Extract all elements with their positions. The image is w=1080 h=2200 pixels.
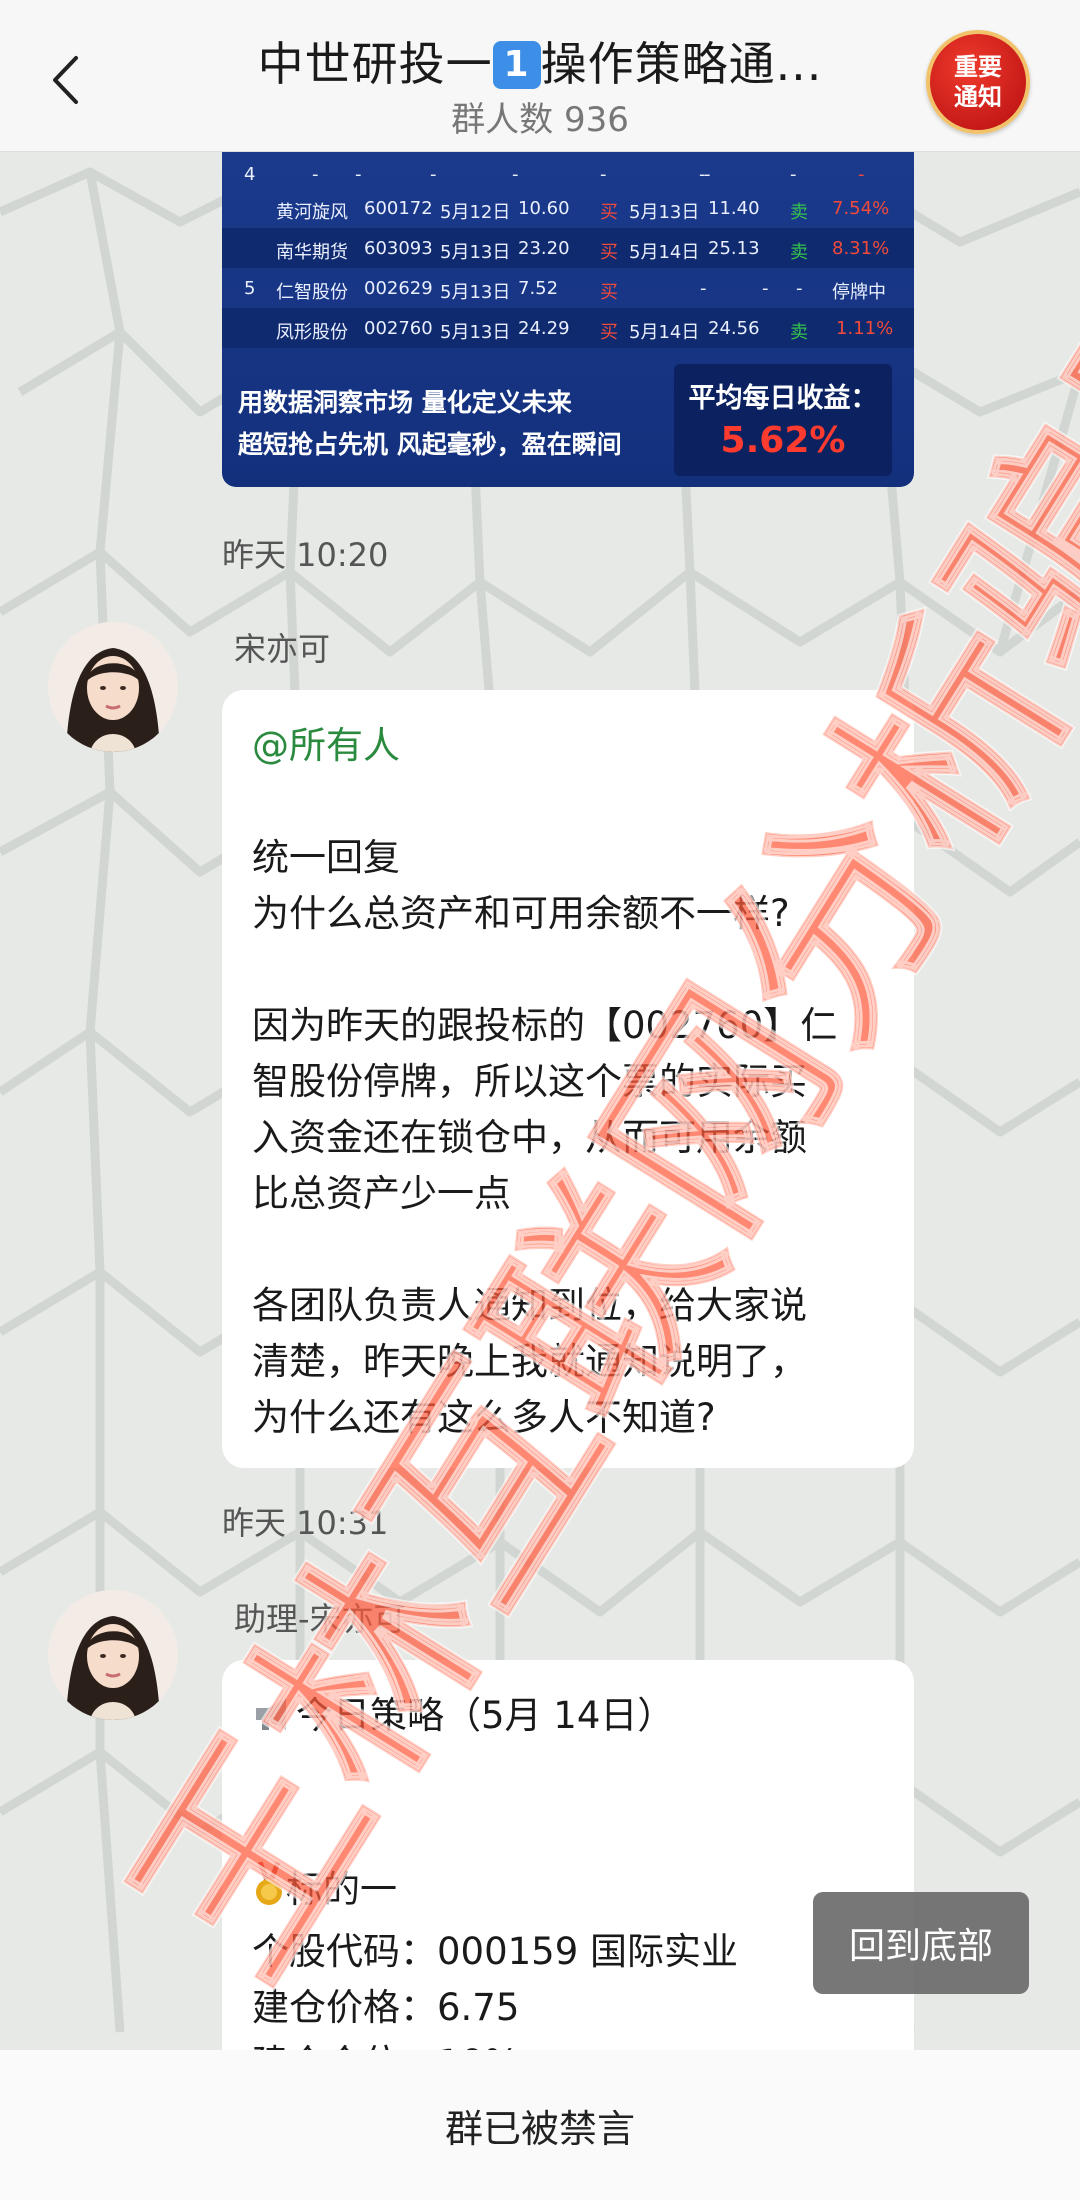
buy-date: 5月13日 [440,322,511,343]
strategy-title: 今日策略（5月 14日） [296,1694,675,1737]
message-line: 比总资产少一点 [252,1172,511,1215]
sender-name: 宋亦可 [234,630,331,668]
stock-code: 002760 [364,318,433,339]
buy-label: 买 [600,202,618,223]
chat-header: 中世研投一 1 操作策略通... 群人数 936 重要 通知 [0,0,1080,152]
muted-footer: 群已被禁言 [0,2050,1080,2200]
title-prefix: 中世研投一 [257,37,493,91]
message-timestamp: 昨天 10:31 [222,1504,389,1542]
mention-all[interactable]: @所有人 [252,718,884,774]
slogan: 用数据洞察市场 量化定义未来 超短抢占先机 风起毫秒，盈在瞬间 [238,382,622,466]
average-return-label: 平均每日收益： [688,383,878,414]
avatar-photo [48,1590,178,1720]
row-number: 5 [244,278,256,299]
message-line: 清楚，昨天晚上我就通知说明了， [252,1340,807,1383]
sell-date: 5月13日 [629,202,700,223]
avatar-photo [48,622,178,752]
message-line: 今日策略（5月 14日） [252,1688,884,1750]
message-line: 为什么总资产和可用余额不一样? [252,892,790,935]
buy-label: 买 [600,282,618,303]
row-number: 4 [244,164,256,185]
message-line: 个股代码：000159 国际实业 [252,1930,739,1973]
group-title[interactable]: 中世研投一 1 操作策略通... [0,28,1080,94]
buy-label: 买 [600,242,618,263]
sender-name: 助理-宋亦可 [234,1600,406,1638]
notice-badge-line-1: 重要 [954,53,1002,81]
average-return-value: 5.62% [720,420,846,461]
message-bubble[interactable]: 今日策略（5月 14日） 标的一 个股代码：000159 国际实业 建仓价格：6… [222,1660,914,2085]
message-line: 建仓价格：6.75 [252,1986,520,2029]
buy-label: 买 [600,322,618,343]
buy-price: 23.20 [518,238,570,259]
megaphone-icon [252,1694,296,1750]
buy-label: - [600,164,607,185]
message-bubble[interactable]: @所有人 统一回复 为什么总资产和可用余额不一样? 因为昨天的跟投标的【0027… [222,690,914,1468]
stock-row: 黄河旋风 600172 5月12日 10.60 买 5月13日 11.40 卖 … [222,188,914,228]
sell-price: 24.56 [708,318,760,339]
sell-price: 25.13 [708,238,760,259]
sell-label: 卖 [790,322,808,343]
avatar[interactable] [48,622,178,752]
slogan-line-1: 用数据洞察市场 量化定义未来 [238,388,572,417]
profit-percent: 1.11% [836,318,894,339]
message-line: 智股份停牌，所以这个票的实际买 [252,1060,807,1103]
message-timestamp: 昨天 10:20 [222,536,389,574]
notice-badge-line-2: 通知 [954,83,1002,111]
muted-notice: 群已被禁言 [444,2106,635,2151]
buy-date: 5月12日 [440,202,511,223]
target-label: 标的一 [286,1868,397,1911]
stock-name: 黄河旋风 [276,202,348,223]
stock-name: 仁智股份 [276,282,348,303]
message-line: 各团队负责人通知到位，给大家说 [252,1284,807,1327]
buy-price: - [512,164,519,185]
message-line: 因为昨天的跟投标的【002760】仁 [252,1004,838,1047]
sell-label: 卖 [790,202,808,223]
stock-performance-image[interactable]: 4 - - - - - - - - - 黄河旋风 600172 5月12日 10… [222,152,914,487]
stock-row: 南华期货 603093 5月13日 23.20 买 5月14日 25.13 卖 … [222,228,914,268]
sell-date: 5月14日 [629,242,700,263]
buy-price: 7.52 [518,278,559,299]
profit-percent: 7.54% [832,198,890,219]
medal-icon [252,1861,286,1924]
average-return-box: 平均每日收益： 5.62% [674,364,892,476]
stock-code: 002629 [364,278,433,299]
message-line: 入资金还在锁仓中，从而可用余额 [252,1116,807,1159]
message-line: 标的一 [252,1861,884,1924]
stock-code: - [355,164,362,185]
sell-date: 5月14日 [629,322,700,343]
stock-name: 南华期货 [276,242,348,263]
stock-row: 凤形股份 002760 5月13日 24.29 买 5月14日 24.56 卖 … [222,308,914,348]
sell-price: 11.40 [708,198,760,219]
stock-name: 凤形股份 [276,322,348,343]
back-to-bottom-button[interactable]: 回到底部 [813,1892,1029,1994]
stock-name: - [312,164,319,185]
title-suffix: 操作策略通... [540,37,823,91]
buy-date: 5月13日 [440,242,511,263]
number-one-icon: 1 [492,41,541,89]
member-count: 群人数 936 [451,100,629,140]
slogan-line-2: 超短抢占先机 风起毫秒，盈在瞬间 [238,430,622,459]
sell-label: - [796,278,803,299]
stock-row: 5 仁智股份 002629 5月13日 7.52 买 - - - 停牌中 [222,268,914,308]
sell-price: - [704,164,711,185]
stock-code: 603093 [364,238,433,259]
avatar[interactable] [48,1590,178,1720]
profit-percent: 停牌中 [832,282,886,303]
buy-price: 10.60 [518,198,570,219]
message-line: 为什么还有这么多人不知道? [252,1396,716,1439]
sell-label: - [790,164,797,185]
sell-price: - [762,278,769,299]
message-line: 统一回复 [252,836,400,879]
buy-date: - [430,164,437,185]
stock-code: 600172 [364,198,433,219]
sell-date: - [700,278,707,299]
profit-percent: - [858,164,865,185]
sell-label: 卖 [790,242,808,263]
profit-percent: 8.31% [832,238,890,259]
buy-price: 24.29 [518,318,570,339]
important-notice-button[interactable]: 重要 通知 [926,30,1030,134]
buy-date: 5月13日 [440,282,511,303]
